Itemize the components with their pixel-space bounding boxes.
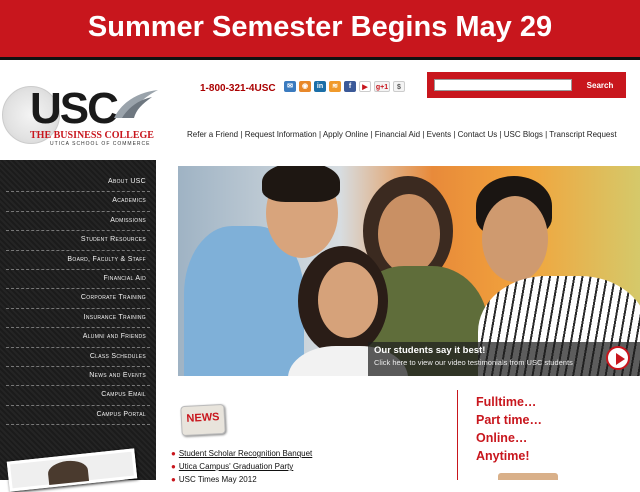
sidebar-item-corporate-training[interactable]: Corporate Training — [6, 289, 150, 309]
linkedin-icon[interactable]: in — [314, 81, 326, 92]
tagline-anytime: Anytime! — [476, 449, 530, 463]
nav-usc-blogs[interactable]: USC Blogs — [504, 130, 543, 139]
content-divider — [457, 390, 458, 480]
news-link-1[interactable]: Student Scholar Recognition Banquet — [179, 449, 312, 458]
nav-separator: | — [545, 130, 548, 139]
nav-separator: | — [453, 130, 456, 139]
sidebar-item-admissions[interactable]: Admissions — [6, 212, 150, 232]
sidebar-item-campus-portal[interactable]: Campus Portal — [6, 406, 150, 426]
logo-subtitle: UTICA SCHOOL OF COMMERCE — [50, 141, 151, 147]
student-hair-1 — [262, 166, 340, 202]
sidebar-item-campus-email[interactable]: Campus Email — [6, 386, 150, 406]
sidebar-item-insurance-training[interactable]: Insurance Training — [6, 309, 150, 329]
phone-number[interactable]: 1-800-321-4USC — [200, 83, 276, 94]
sidebar-item-class-schedules[interactable]: Class Schedules — [6, 348, 150, 367]
facebook-icon[interactable]: f — [344, 81, 356, 92]
sidebar-item-student-resources[interactable]: Student Resources — [6, 231, 150, 251]
nav-request-information[interactable]: Request Information — [245, 130, 317, 139]
tagline-online: Online… — [476, 431, 528, 445]
list-item: ● Utica Campus' Graduation Party — [171, 460, 312, 473]
nav-separator: | — [499, 130, 502, 139]
promo-thumbnail[interactable] — [498, 473, 558, 480]
nav-refer-a-friend[interactable]: Refer a Friend — [187, 130, 238, 139]
logo-tagline: THE BUSINESS COLLEGE — [30, 130, 154, 141]
logo-text[interactable]: USC — [30, 84, 119, 134]
nav-transcript-request[interactable]: Transcript Request — [549, 130, 616, 139]
announcement-banner: Summer Semester Begins May 29 — [0, 0, 640, 60]
sidebar-item-academics[interactable]: Academics — [6, 192, 150, 212]
hero-caption-subtitle[interactable]: Click here to view our video testimonial… — [374, 358, 573, 367]
sidebar-item-board-faculty-staff[interactable]: Board, Faculty & Staff — [6, 251, 150, 270]
nav-separator: | — [318, 130, 322, 139]
list-item: ● Student Scholar Recognition Banquet — [171, 447, 312, 460]
student-face-4 — [482, 196, 548, 282]
tagline-fulltime: Fulltime… — [476, 395, 537, 409]
search-input[interactable] — [434, 79, 572, 91]
bullet-icon: ● — [171, 449, 176, 458]
wing-logo-icon — [114, 90, 158, 118]
youtube-icon[interactable]: ▶ — [359, 81, 371, 92]
sidebar-item-news-and-events[interactable]: News and Events — [6, 367, 150, 387]
student-face-3 — [318, 262, 378, 338]
bullet-icon: ● — [171, 462, 176, 471]
dollar-icon[interactable]: $ — [393, 81, 405, 92]
sidebar-item-alumni-and-friends[interactable]: Alumni and Friends — [6, 328, 150, 348]
sidebar-item-financial-aid[interactable]: Financial Aid — [6, 270, 150, 290]
news-list: ● Student Scholar Recognition Banquet ● Ut… — [171, 447, 312, 486]
news-badge-text: NEWS — [186, 411, 220, 425]
hero-caption-title[interactable]: Our students say it best! — [374, 345, 485, 356]
rss-icon[interactable]: ◉ — [299, 81, 311, 92]
search-button[interactable]: Search — [580, 79, 620, 92]
google-plus-icon[interactable]: g+1 — [374, 81, 390, 92]
nav-separator: | — [370, 130, 373, 139]
nav-separator: | — [422, 130, 425, 139]
feed-icon[interactable]: ≋ — [329, 81, 341, 92]
top-navigation: Refer a Friend | Request Information | A… — [187, 130, 617, 139]
student-face-2 — [378, 194, 440, 274]
sidebar-item-about-usc[interactable]: About USC — [6, 173, 150, 193]
nav-separator: | — [240, 130, 243, 139]
nav-contact-us[interactable]: Contact Us — [458, 130, 498, 139]
announcement-text: Summer Semester Begins May 29 — [87, 11, 553, 43]
nav-apply-online[interactable]: Apply Online — [323, 130, 368, 139]
nav-events[interactable]: Events — [427, 130, 451, 139]
play-video-icon[interactable] — [606, 346, 630, 370]
nav-financial-aid[interactable]: Financial Aid — [375, 130, 420, 139]
news-link-2[interactable]: Utica Campus' Graduation Party — [179, 462, 293, 471]
social-icons: ✉ ◉ in ≋ f ▶ g+1 $ — [284, 81, 405, 92]
email-icon[interactable]: ✉ — [284, 81, 296, 92]
tagline-part-time: Part time… — [476, 413, 542, 427]
sidebar-menu: About USC Academics Admissions Student R… — [0, 160, 156, 480]
